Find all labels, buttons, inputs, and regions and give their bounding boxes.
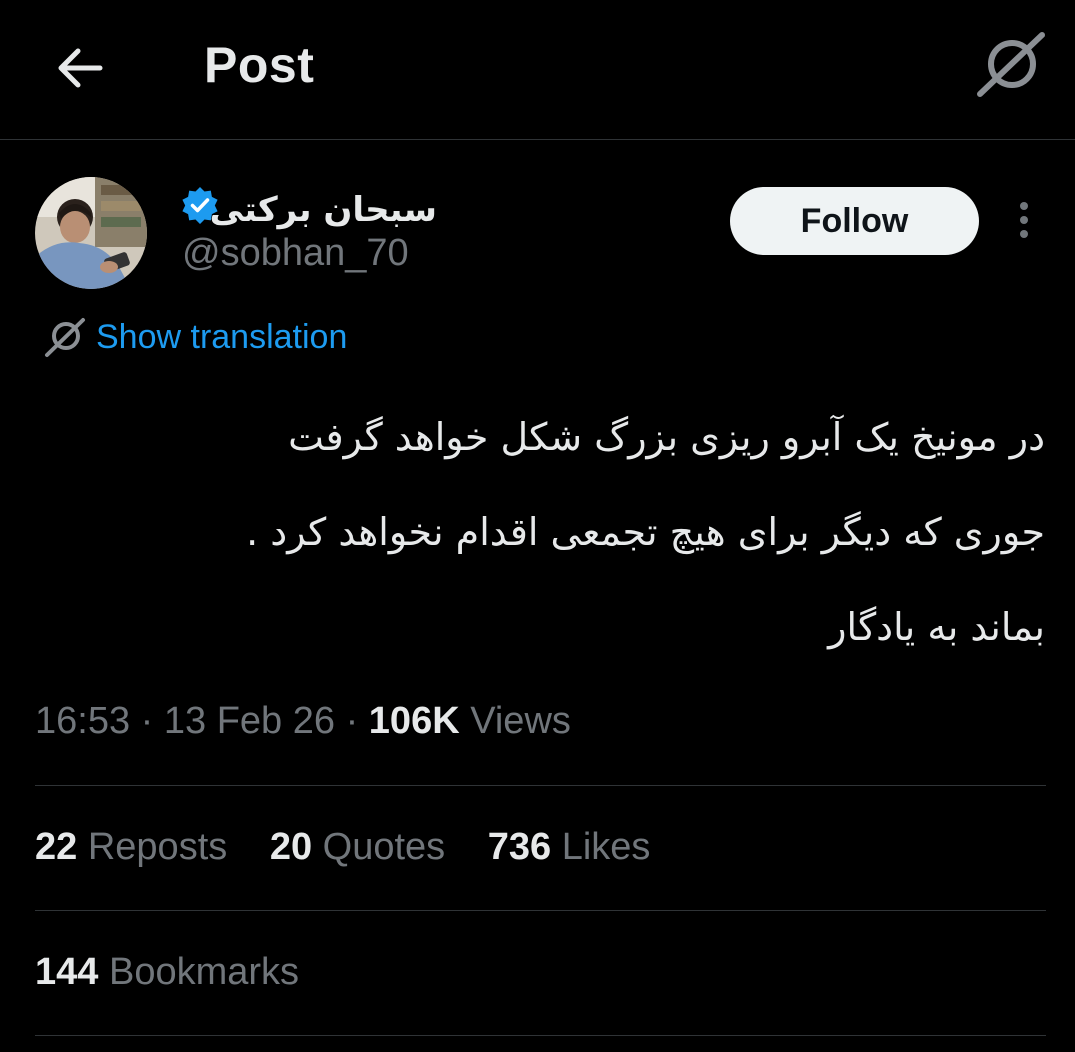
bookmarks-label: Bookmarks	[108, 951, 300, 993]
views-count: 106K	[368, 700, 460, 742]
grok-icon	[45, 318, 85, 357]
engagement-stats: 22 Reposts 20 Quotes 736 Likes	[35, 826, 682, 869]
reposts-label: Reposts	[87, 826, 228, 868]
author-handle[interactable]: @sobhan_70	[182, 232, 409, 275]
author-name[interactable]: سبحان برکتی	[210, 190, 437, 230]
quotes-count: 20	[269, 826, 313, 868]
more-dot-icon	[1020, 202, 1028, 210]
views-label: Views	[470, 700, 571, 742]
meta-separator: ·	[140, 700, 154, 742]
tweet-date[interactable]: 13 Feb 26	[164, 700, 335, 742]
tweet-time[interactable]: 16:53	[35, 700, 130, 742]
avatar[interactable]	[35, 177, 147, 289]
more-dot-icon	[1020, 216, 1028, 224]
more-options-button[interactable]	[1005, 196, 1043, 246]
divider	[35, 785, 1046, 786]
reposts-count: 22	[35, 826, 78, 868]
arrow-left-icon	[58, 48, 103, 88]
likes-stat[interactable]: 736 Likes	[488, 826, 651, 868]
page-title: Post	[204, 37, 315, 93]
likes-label: Likes	[561, 826, 651, 868]
grok-icon	[977, 32, 1045, 97]
reposts-stat[interactable]: 22 Reposts	[35, 826, 227, 868]
back-button[interactable]	[52, 40, 108, 96]
tweet-line: در مونیخ یک آبرو ریزی بزرگ شکل خواهد گرف…	[288, 415, 1045, 459]
divider	[35, 910, 1046, 911]
tweet-line: بماند به یادگار	[828, 605, 1045, 649]
follow-button[interactable]: Follow	[730, 187, 979, 255]
tweet-line: جوری که دیگر برای هیچ تجمعی اقدام نخواهد…	[246, 510, 1045, 554]
grok-button[interactable]	[976, 30, 1046, 100]
avatar-photo	[35, 177, 147, 289]
more-dot-icon	[1020, 230, 1028, 238]
quotes-stat[interactable]: 20 Quotes	[270, 826, 445, 868]
tweet-text: در مونیخ یک آبرو ریزی بزرگ شکل خواهد گرف…	[45, 390, 1045, 675]
bookmarks-count: 144	[35, 951, 99, 993]
quotes-label: Quotes	[322, 826, 446, 868]
show-translation-label: Show translation	[96, 317, 348, 356]
bookmarks-stat[interactable]: 144 Bookmarks	[35, 951, 299, 994]
top-bar: Post	[0, 0, 1075, 140]
views-link[interactable]: 106K Views	[369, 700, 571, 742]
divider	[35, 1035, 1046, 1036]
tweet-meta: 16:53 · 13 Feb 26 · 106K Views	[35, 700, 571, 743]
likes-count: 736	[487, 826, 552, 868]
meta-separator: ·	[345, 700, 359, 742]
show-translation-link[interactable]: Show translation	[44, 312, 347, 362]
